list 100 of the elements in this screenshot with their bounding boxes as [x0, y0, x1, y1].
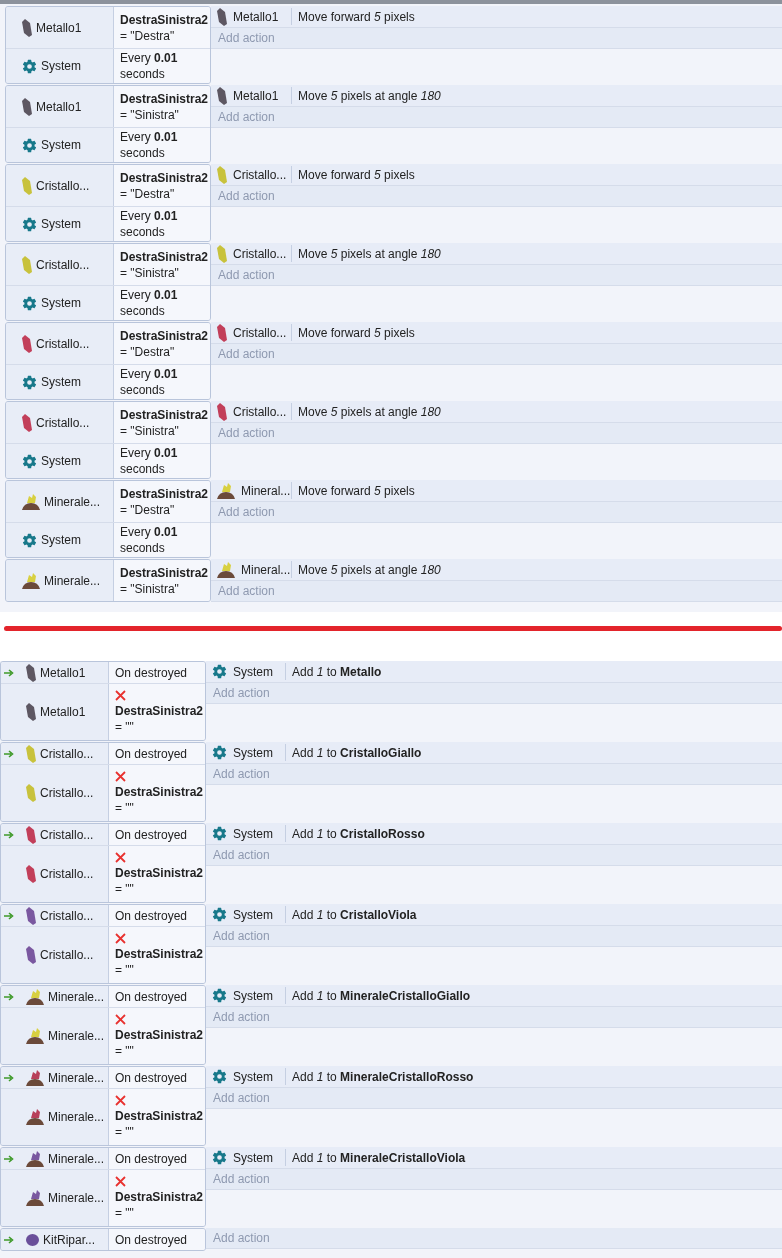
crystal-icon — [26, 784, 36, 802]
action-row[interactable]: System Add 1 to CristalloGiallo — [206, 742, 782, 764]
action-row[interactable]: System Add 1 to CristalloRosso — [206, 823, 782, 845]
condition-text: On destroyed — [115, 826, 189, 843]
gear-icon — [212, 1150, 227, 1165]
action-text: Move 5 pixels at angle 180 — [297, 87, 441, 105]
crystal-icon — [217, 86, 227, 105]
add-action-link[interactable]: Add action — [218, 345, 275, 363]
add-action-link[interactable]: Add action — [218, 29, 275, 47]
action-row[interactable]: Mineral... Move 5 pixels at angle 180 — [211, 559, 782, 581]
mineral-icon — [26, 1190, 44, 1206]
add-action-link[interactable]: Add action — [218, 187, 275, 205]
action-row[interactable]: Cristallo... Move 5 pixels at angle 180 — [211, 243, 782, 265]
gear-icon — [212, 664, 227, 679]
condition-text: On destroyed — [115, 907, 189, 924]
action-text: Add 1 to MineraleCristalloViola — [291, 1149, 466, 1167]
gear-icon — [22, 58, 37, 74]
object-name: System — [233, 825, 273, 843]
mineral-icon — [217, 561, 235, 578]
action-row[interactable]: System Add 1 to MineraleCristalloRosso — [206, 1066, 782, 1088]
crystal-icon — [217, 165, 227, 184]
crystal-icon — [22, 176, 32, 195]
gear-icon — [22, 216, 37, 232]
add-action-link[interactable]: Add action — [218, 108, 275, 126]
crystal-icon — [26, 906, 36, 925]
object-name: System — [41, 374, 81, 391]
crystal-icon — [217, 244, 227, 263]
condition-text: Every 0.01 seconds — [120, 445, 179, 477]
object-name: Metallo1 — [233, 87, 279, 105]
action-row[interactable]: Mineral... Move forward 5 pixels — [211, 480, 782, 502]
object-name: Cristallo... — [40, 866, 94, 883]
object-name: Cristallo... — [40, 745, 94, 763]
mineral-icon — [26, 1069, 44, 1086]
mineral-icon — [26, 988, 44, 1005]
action-row[interactable]: Cristallo... Move forward 5 pixels — [211, 164, 782, 186]
action-row[interactable]: System Add 1 to MineraleCristalloGiallo — [206, 985, 782, 1007]
action-text: Add 1 to MineraleCristalloGiallo — [291, 987, 471, 1005]
object-name: Metallo1 — [233, 8, 279, 26]
action-text: Add 1 to CristalloViola — [291, 906, 417, 924]
action-row[interactable]: Metallo1 Move 5 pixels at angle 180 — [211, 85, 782, 107]
condition-text: Every 0.01 seconds — [120, 208, 179, 240]
crystal-icon — [26, 946, 36, 964]
crystal-icon — [26, 703, 36, 721]
action-text: Move forward 5 pixels — [297, 166, 415, 184]
condition-text: Every 0.01 seconds — [120, 366, 179, 398]
action-row[interactable]: System Add 1 to MineraleCristalloViola — [206, 1147, 782, 1169]
add-action-link[interactable]: Add action — [213, 765, 270, 783]
condition-text: Every 0.01 seconds — [120, 524, 179, 556]
object-name: Cristallo... — [36, 414, 90, 432]
condition-text: On destroyed — [115, 745, 189, 762]
crystal-icon — [22, 413, 32, 432]
object-name: Cristallo... — [233, 166, 287, 184]
gear-icon — [22, 374, 37, 390]
action-row[interactable]: System Add 1 to CristalloViola — [206, 904, 782, 926]
mineral-icon — [26, 1028, 44, 1044]
add-action-link[interactable]: Add action — [218, 266, 275, 284]
add-action-link[interactable]: Add action — [213, 1089, 270, 1107]
add-action-link[interactable]: Add action — [213, 927, 270, 945]
object-name: Cristallo... — [40, 826, 94, 844]
object-name: System — [233, 906, 273, 924]
object-name: Metallo1 — [36, 19, 82, 37]
add-action-link[interactable]: Add action — [218, 503, 275, 521]
add-action-link[interactable]: Add action — [213, 1170, 270, 1188]
add-action-link[interactable]: Add action — [213, 684, 270, 702]
object-name: Minerale... — [48, 1028, 105, 1045]
action-text: Move forward 5 pixels — [297, 482, 415, 500]
add-action-link[interactable]: Add action — [213, 1229, 270, 1247]
add-action-link[interactable]: Add action — [218, 424, 275, 442]
add-action-link[interactable]: Add action — [213, 1008, 270, 1026]
condition-text: Every 0.01 seconds — [120, 129, 179, 161]
action-text: Add 1 to MineraleCristalloRosso — [291, 1068, 474, 1086]
action-row[interactable]: System Add 1 to Metallo — [206, 661, 782, 683]
condition-text: Every 0.01 seconds — [120, 287, 179, 319]
gear-icon — [22, 137, 37, 153]
gear-icon — [212, 826, 227, 841]
crystal-icon — [26, 663, 36, 682]
gear-icon — [212, 988, 227, 1003]
action-row[interactable]: Metallo1 Move forward 5 pixels — [211, 6, 782, 28]
object-name: System — [233, 744, 273, 762]
object-name: Metallo1 — [40, 704, 86, 721]
action-row[interactable]: Cristallo... Move 5 pixels at angle 180 — [211, 401, 782, 423]
object-name: Minerale... — [48, 1109, 105, 1126]
object-name: Cristallo... — [40, 785, 94, 802]
mineral-icon — [26, 1109, 44, 1125]
object-name: System — [233, 1068, 273, 1086]
blob-icon — [26, 1233, 39, 1246]
crystal-icon — [217, 323, 227, 342]
add-action-link[interactable]: Add action — [218, 582, 275, 600]
gear-icon — [22, 453, 37, 469]
object-name: System — [41, 58, 81, 75]
object-name: Mineral... — [241, 561, 291, 579]
object-name: Cristallo... — [40, 947, 94, 964]
condition-text: On destroyed — [115, 1069, 189, 1086]
mineral-icon — [217, 482, 235, 499]
action-text: Move 5 pixels at angle 180 — [297, 245, 441, 263]
action-row[interactable]: Cristallo... Move forward 5 pixels — [211, 322, 782, 344]
object-name: Cristallo... — [36, 335, 90, 353]
add-action-link[interactable]: Add action — [213, 846, 270, 864]
crystal-icon — [22, 18, 32, 37]
object-name: Mineral... — [241, 482, 291, 500]
